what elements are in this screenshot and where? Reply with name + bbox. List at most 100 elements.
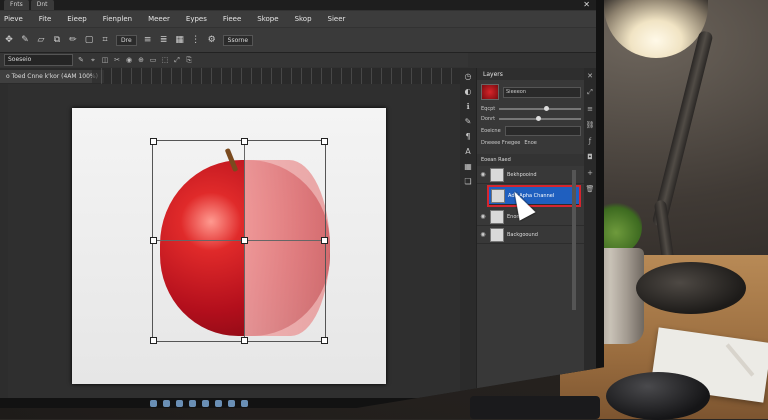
kind-select[interactable]: Sieeeon: [503, 86, 581, 98]
adjust-icon[interactable]: ◐: [465, 87, 472, 96]
grid-icon[interactable]: ▦: [175, 35, 185, 45]
transform-handle-bl[interactable]: [150, 337, 157, 344]
menu-item-10[interactable]: Sieer: [328, 15, 346, 23]
tool-icon-5[interactable]: ◉: [125, 56, 133, 64]
tool-icon-7[interactable]: ▭: [149, 56, 157, 64]
window-tab-1[interactable]: Fnts: [4, 0, 29, 10]
settings-icon[interactable]: ⚙: [207, 35, 217, 45]
eye-icon[interactable]: ◉: [479, 231, 487, 238]
pencil-icon[interactable]: ✏: [68, 35, 78, 45]
window-tabbar: Fnts Dnt ✕: [0, 0, 596, 10]
lock-field[interactable]: [504, 126, 581, 136]
taskbar-app-icon[interactable]: [150, 399, 157, 407]
transform-handle-center[interactable]: [241, 237, 248, 244]
move-tool-icon[interactable]: ✥: [4, 35, 14, 45]
tool-icon-6[interactable]: ⊕: [137, 56, 145, 64]
tool-icon-4[interactable]: ✂: [113, 56, 121, 64]
transform-handle-tr[interactable]: [321, 138, 328, 145]
crop-icon[interactable]: ⌗: [100, 35, 110, 45]
fx-icon[interactable]: ƒ: [589, 137, 591, 145]
blend-select[interactable]: Dre: [116, 34, 137, 46]
trash-icon[interactable]: 🗑: [586, 185, 595, 193]
secondary-toolbar: Soeseio ✎ ⌖ ◫ ✂ ◉ ⊕ ▭ ⬚ ⤢ ⎘: [0, 53, 468, 67]
menu-item-2[interactable]: Fite: [39, 15, 52, 23]
link-icon[interactable]: ⛓: [586, 121, 595, 129]
taskbar-app-icon[interactable]: [215, 399, 222, 407]
align-left-icon[interactable]: ≡: [143, 35, 153, 45]
clone-icon[interactable]: ⧉: [52, 35, 62, 45]
tool-icon-3[interactable]: ◫: [101, 56, 109, 64]
app-screen: Fnts Dnt ✕ Pieve Fite Eieep Fienplen Mee…: [0, 0, 596, 398]
info-icon[interactable]: ℹ: [466, 102, 469, 111]
menu-item-8[interactable]: Skope: [257, 15, 278, 23]
menu-item-1[interactable]: Pieve: [4, 15, 23, 23]
marquee-icon[interactable]: ▢: [84, 35, 94, 45]
new-layer-icon[interactable]: +: [587, 169, 593, 177]
color-swatch[interactable]: [481, 84, 499, 100]
mode-select[interactable]: Ssorne: [222, 34, 254, 46]
fill-row: Donrt: [477, 114, 585, 124]
expand-icon[interactable]: ⤢: [587, 88, 593, 97]
mask-icon[interactable]: ◘: [587, 153, 593, 161]
close-icon[interactable]: ✕: [583, 0, 590, 9]
distribute-icon[interactable]: ⋮: [191, 35, 201, 45]
layer-row-active[interactable]: Add Apha Channel: [487, 185, 581, 207]
tool-icon-2[interactable]: ⌖: [89, 56, 97, 64]
taskbar-app-icon[interactable]: [202, 399, 209, 407]
swatch-row: Sieeeon: [477, 80, 585, 104]
transform-handle-tl[interactable]: [150, 138, 157, 145]
character-icon[interactable]: A: [465, 147, 470, 156]
layer-group-header[interactable]: Eoean Raed: [477, 154, 585, 166]
transform-bounding-box[interactable]: [152, 140, 326, 342]
eraser-icon[interactable]: ▱: [36, 35, 46, 45]
blend-value[interactable]: Enoe: [524, 140, 536, 146]
menu-item-7[interactable]: Fieee: [223, 15, 241, 23]
taskbar-app-icon[interactable]: [228, 399, 235, 407]
transform-handle-r[interactable]: [321, 237, 328, 244]
menu-item-4[interactable]: Fienplen: [103, 15, 132, 23]
guide-horizontal: [152, 240, 324, 241]
taskbar-app-icon[interactable]: [176, 399, 183, 407]
transform-handle-br[interactable]: [321, 337, 328, 344]
taskbar-app-icon[interactable]: [163, 399, 170, 407]
menu-item-5[interactable]: Meeer: [148, 15, 170, 23]
taskbar-app-icon[interactable]: [241, 399, 248, 407]
window-tab-2[interactable]: Dnt: [30, 0, 54, 10]
paragraph-icon[interactable]: ¶: [465, 132, 470, 141]
layers-scrollbar[interactable]: [572, 170, 576, 310]
keyboard: [470, 396, 600, 419]
desk-lamp-base: [636, 262, 746, 314]
layer-row[interactable]: ◉ Bekhpooind: [477, 166, 585, 184]
menu-item-9[interactable]: Skop: [295, 15, 312, 23]
font-select[interactable]: Soeseio: [4, 54, 73, 66]
tool-icon-9[interactable]: ⤢: [173, 56, 181, 64]
eye-icon[interactable]: ◉: [479, 213, 487, 220]
close-panel-icon[interactable]: ✕: [587, 72, 593, 80]
menu-item-3[interactable]: Eieep: [67, 15, 86, 23]
menu-item-6[interactable]: Eypes: [186, 15, 207, 23]
align-center-icon[interactable]: ≣: [159, 35, 169, 45]
eye-icon[interactable]: ◉: [479, 171, 487, 178]
opacity-slider[interactable]: [499, 106, 581, 111]
layer-row[interactable]: ◉ Backgoound: [477, 226, 585, 244]
transform-handle-t[interactable]: [241, 138, 248, 145]
brush-panel-icon[interactable]: ✎: [465, 117, 472, 126]
taskbar-app-icon[interactable]: [189, 399, 196, 407]
ruler: [92, 68, 464, 84]
fill-knob[interactable]: [535, 116, 541, 121]
layers-panel-icon[interactable]: ❏: [464, 177, 471, 186]
history-icon[interactable]: ◷: [465, 72, 472, 81]
tool-icon-8[interactable]: ⬚: [161, 56, 169, 64]
swatch-panel-icon[interactable]: ▦: [464, 162, 472, 171]
transform-handle-l[interactable]: [150, 237, 157, 244]
layers-panel-title[interactable]: Layers: [477, 68, 585, 80]
opacity-knob[interactable]: [544, 106, 550, 111]
menu-icon[interactable]: ≡: [587, 105, 593, 113]
document-tab[interactable]: o Toed Cnne k'kor (4AM 100%): [0, 70, 104, 83]
tool-icon-10[interactable]: ⎘: [185, 56, 193, 64]
transform-handle-b[interactable]: [241, 337, 248, 344]
tool-icon-1[interactable]: ✎: [77, 56, 85, 64]
fill-slider[interactable]: [499, 116, 581, 121]
brush-icon[interactable]: ✎: [20, 35, 30, 45]
layer-thumbnail: [490, 167, 504, 182]
